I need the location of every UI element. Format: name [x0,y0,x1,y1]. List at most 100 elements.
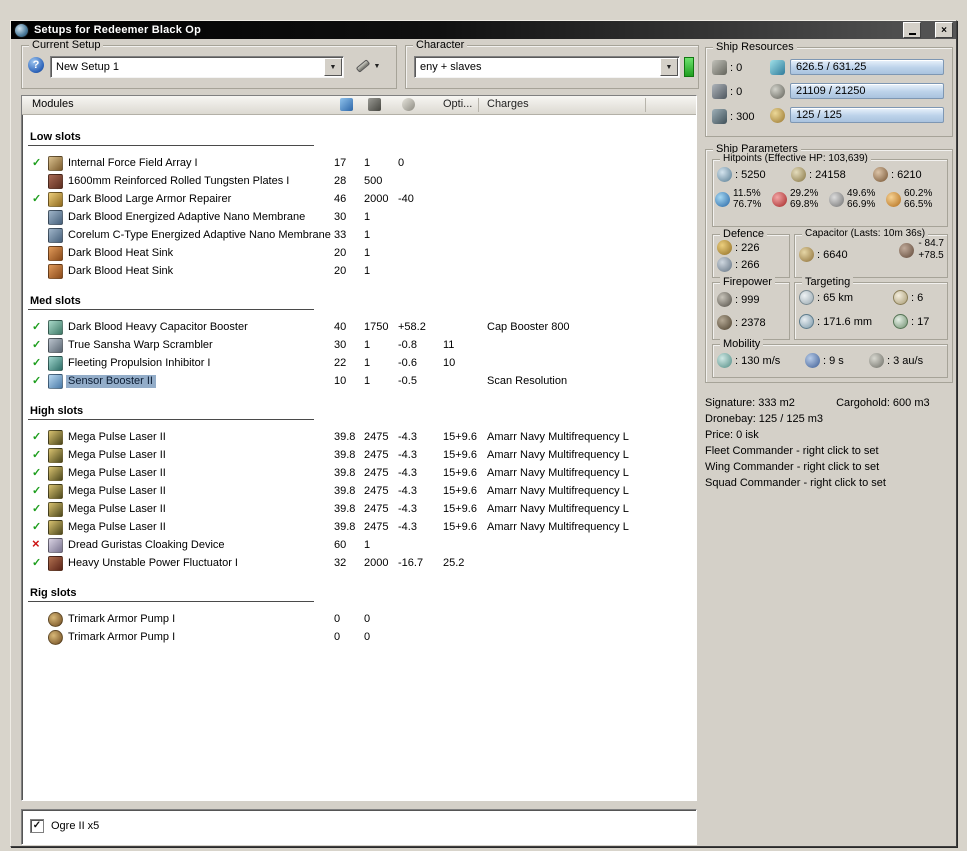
module-row[interactable]: ✓ Dark Blood Large Armor Repairer 46 2000 -4… [22,191,696,209]
module-name[interactable]: Internal Force Field Array I [68,157,198,169]
module-row[interactable]: ✓ Sensor Booster II 10 1 -0.5 Scan Resolution [22,373,696,391]
setup-combo-arrow-icon[interactable]: ▼ [324,58,342,76]
module-name[interactable]: Mega Pulse Laser II [68,503,166,515]
character-combo[interactable]: eny + slaves ▼ [414,56,680,78]
module-name[interactable]: Mega Pulse Laser II [68,431,166,443]
module-row[interactable]: ✓ Mega Pulse Laser II 39.8 2475 -4.3 15+9.6 Am… [22,447,696,465]
module-active-icon[interactable]: ✓ [32,430,44,443]
module-row[interactable]: Dark Blood Heat Sink 20 1 [22,263,696,281]
module-cpu-value: 28 [334,175,347,187]
module-name[interactable]: Dark Blood Energized Adaptive Nano Membr… [68,211,305,223]
titlebar[interactable]: Setups for Redeemer Black Op × [11,21,956,39]
module-name[interactable]: Dark Blood Heat Sink [68,265,173,277]
module-row[interactable]: ✓ Internal Force Field Array I 17 1 0 [22,155,696,173]
nano-membrane-module-icon [48,210,63,225]
module-name[interactable]: Mega Pulse Laser II [68,521,166,533]
current-setup-label: Current Setup [29,39,104,51]
rig-module-icon [48,630,63,645]
setup-combo[interactable]: New Setup 1 ▼ [50,56,344,78]
pulse-laser-module-icon [48,430,63,445]
minimize-icon [908,32,916,35]
capacitor-group: Capacitor (Lasts: 10m 36s) 6640 - 84.7 +… [794,228,948,278]
defence-stat-1: 226 [717,240,759,255]
module-active-icon[interactable]: ✓ [32,156,44,169]
module-active-icon[interactable]: ✓ [32,192,44,205]
module-row[interactable]: ✓ Mega Pulse Laser II 39.8 2475 -4.3 15+9.6 Am… [22,501,696,519]
module-name[interactable]: Dark Blood Heat Sink [68,247,173,259]
module-row[interactable]: ✓ Fleeting Propulsion Inhibitor I 22 1 -0.6 1… [22,355,696,373]
drone-checkbox[interactable] [30,819,44,833]
module-active-icon[interactable]: ✓ [32,338,44,351]
module-active-icon[interactable]: ✓ [32,374,44,387]
volley-stat: 2378 [717,315,766,330]
module-row[interactable]: Trimark Armor Pump I 0 0 [22,629,696,647]
module-pg-value: 1750 [364,321,389,333]
pulse-laser-module-icon [48,520,63,535]
module-name[interactable]: Trimark Armor Pump I [68,631,175,643]
module-name[interactable]: Dark Blood Heavy Capacitor Booster [68,321,248,333]
module-row[interactable]: ✓ Dark Blood Heavy Capacitor Booster 40 175… [22,319,696,337]
module-offline-icon[interactable]: × [32,536,44,551]
module-name[interactable]: Mega Pulse Laser II [68,467,166,479]
slot-section-label: Low slots [30,131,81,143]
help-icon[interactable]: ? [28,57,44,73]
module-name[interactable]: Mega Pulse Laser II [68,485,166,497]
module-name[interactable]: Heavy Unstable Power Fluctuator I [68,557,238,569]
module-name[interactable]: Mega Pulse Laser II [68,449,166,461]
module-row[interactable]: Dark Blood Energized Adaptive Nano Membr… [22,209,696,227]
wing-commander-text[interactable]: Wing Commander - right click to set [705,461,953,477]
module-active-icon[interactable]: ✓ [32,448,44,461]
module-row[interactable]: ✓ Mega Pulse Laser II 39.8 2475 -4.3 15+9.6 Am… [22,483,696,501]
module-active-icon[interactable]: ✓ [32,356,44,369]
module-row[interactable]: ✓ Mega Pulse Laser II 39.8 2475 -4.3 15+9.6 Am… [22,519,696,537]
module-row[interactable]: 1600mm Reinforced Rolled Tungsten Plates… [22,173,696,191]
module-name[interactable]: True Sansha Warp Scrambler [68,339,213,351]
module-row[interactable]: ✓ Heavy Unstable Power Fluctuator I 32 2000… [22,555,696,573]
cap-drain-value: - 84.7 [918,238,944,249]
minimize-button[interactable] [903,22,921,38]
cloak-module-icon [48,538,63,553]
module-name[interactable]: Sensor Booster II [66,375,156,388]
module-opti-value: 15+9.6 [443,521,477,533]
module-name[interactable]: Dark Blood Large Armor Repairer [68,193,231,205]
module-name[interactable]: Fleeting Propulsion Inhibitor I [68,357,210,369]
scan-resolution-icon [799,314,814,329]
module-active-icon[interactable]: ✓ [32,484,44,497]
capacitor-balance: - 84.7 +78.5 [899,238,944,262]
close-button[interactable]: × [935,22,953,38]
launcher-icon [712,84,727,99]
module-active-icon[interactable]: ✓ [32,556,44,569]
drone-row[interactable]: Ogre II x5 [30,819,99,833]
module-active-icon[interactable]: ✓ [32,466,44,479]
module-row[interactable]: ✓ Mega Pulse Laser II 39.8 2475 -4.3 15+9.6 Am… [22,465,696,483]
defence-value-1: 226 [735,242,759,254]
module-row[interactable]: ✓ Mega Pulse Laser II 39.8 2475 -4.3 15+9.6 Am… [22,429,696,447]
module-row[interactable]: Dark Blood Heat Sink 20 1 [22,245,696,263]
module-active-icon[interactable]: ✓ [32,320,44,333]
modules-column-header: Modules [32,98,74,110]
squad-commander-text[interactable]: Squad Commander - right click to set [705,477,953,493]
module-name[interactable]: Dread Guristas Cloaking Device [68,539,225,551]
module-row[interactable]: Corelum C-Type Energized Adaptive Nano M… [22,227,696,245]
module-name[interactable]: Corelum C-Type Energized Adaptive Nano M… [68,229,331,241]
warp-speed-stat: 3 au/s [869,353,923,368]
module-active-icon[interactable]: ✓ [32,520,44,533]
character-combo-arrow-icon[interactable]: ▼ [660,58,678,76]
shield-hp-value: 5250 [735,169,765,181]
module-pg-value: 1 [364,229,371,241]
setup-tools-button[interactable]: ▼ [348,56,388,76]
fleet-commander-text[interactable]: Fleet Commander - right click to set [705,445,953,461]
module-name[interactable]: 1600mm Reinforced Rolled Tungsten Plates… [68,175,289,187]
module-pg-value: 500 [364,175,383,187]
module-row[interactable]: Trimark Armor Pump I 0 0 [22,611,696,629]
module-name[interactable]: Trimark Armor Pump I [68,613,175,625]
drone-name[interactable]: Ogre II x5 [51,820,99,832]
field-array-module-icon [48,156,63,171]
module-row[interactable]: × Dread Guristas Cloaking Device 60 1 [22,536,696,555]
module-row[interactable]: ✓ True Sansha Warp Scrambler 30 1 -0.8 11 [22,337,696,355]
module-active-icon[interactable]: ✓ [32,502,44,515]
module-opti-value: 10 [443,357,456,369]
heat-sink-module-icon [48,246,63,261]
drone-bandwidth-value: 125 / 125 [796,109,842,121]
align-time-icon [805,353,820,368]
